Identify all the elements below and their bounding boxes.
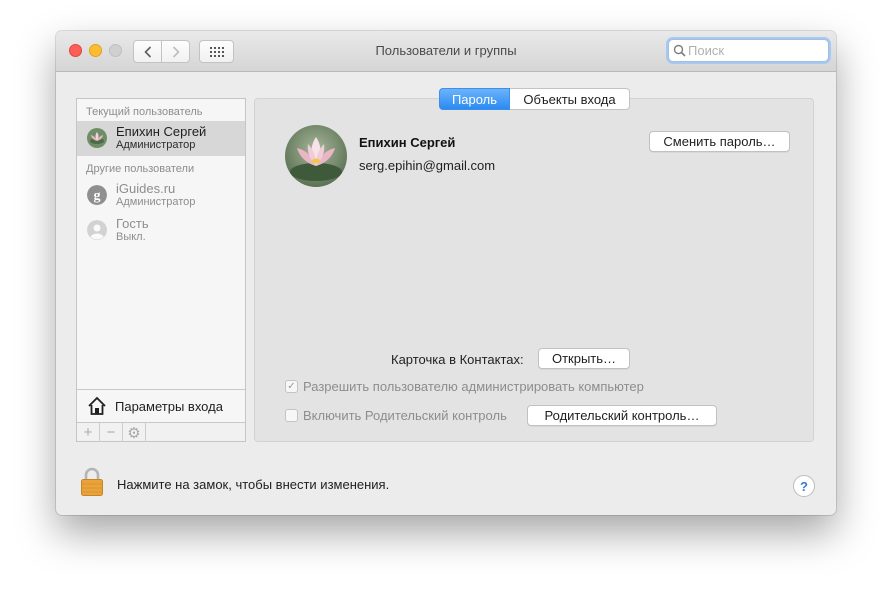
show-all-button[interactable] [199,40,234,63]
add-user-button[interactable]: + [77,423,100,442]
avatar-guest-icon [87,220,107,240]
change-password-button[interactable]: Сменить пароль… [649,131,790,152]
back-button[interactable] [133,40,162,63]
current-user-name: Епихин Сергей [116,124,207,139]
user-full-name: Епихин Сергей [359,135,456,150]
sidebar-item-guest[interactable]: Гость Выкл. [77,213,245,248]
allow-admin-label: Разрешить пользователю администрировать … [303,379,644,394]
search-icon [673,44,686,57]
chevron-right-icon [172,45,180,58]
forward-button[interactable] [161,40,190,63]
sidebar-bottom-bar: + − ⚙ [77,422,245,442]
avatar-lotus-icon [87,128,107,148]
gear-icon[interactable]: ⚙ [123,423,146,442]
search-input[interactable] [688,43,818,58]
parental-controls-button[interactable]: Родительский контроль… [527,405,717,426]
user-role: Администратор [116,196,196,208]
lock-message: Нажмите на замок, чтобы внести изменения… [117,477,390,492]
preferences-window: Пользователи и группы Текущий пользовате… [56,31,836,515]
help-button[interactable]: ? [793,475,815,497]
current-user-section-header: Текущий пользователь [86,106,203,118]
house-icon [88,396,106,415]
login-options-item[interactable]: Параметры входа [77,389,245,422]
user-role: Выкл. [116,231,146,243]
users-sidebar: Текущий пользователь Епихин Сергей Админ… [76,98,246,442]
close-button[interactable] [69,44,82,57]
remove-user-button[interactable]: − [100,423,123,442]
minimize-button[interactable] [89,44,102,57]
sidebar-item-current-user[interactable]: Епихин Сергей Администратор [77,121,245,156]
zoom-button[interactable] [109,44,122,57]
avatar-g-icon: g [87,185,107,205]
tab-password[interactable]: Пароль [439,88,510,110]
sidebar-item-iguides[interactable]: g iGuides.ru Администратор [77,178,245,213]
window-title: Пользователи и группы [375,43,517,58]
open-contact-card-button[interactable]: Открыть… [538,348,630,369]
title-bar: Пользователи и группы [56,31,836,72]
current-user-role: Администратор [116,139,196,151]
contacts-card-label: Карточка в Контактах: [391,352,524,367]
chevron-left-icon [143,45,151,58]
search-field[interactable] [668,39,829,62]
parental-control-checkbox[interactable] [285,409,298,422]
user-picture[interactable] [285,125,347,187]
lock-icon[interactable] [80,467,104,497]
allow-admin-checkbox[interactable]: ✓ [285,380,298,393]
show-all-grid-icon [209,46,224,57]
svg-text:g: g [94,189,101,204]
user-name: Гость [116,216,149,231]
login-options-label: Параметры входа [115,398,223,414]
parental-control-label: Включить Родительский контроль [303,408,507,423]
other-users-section-header: Другие пользователи [86,163,195,175]
user-name: iGuides.ru [116,181,176,196]
tab-bar: Пароль Объекты входа [439,88,630,110]
user-email: serg.epihin@gmail.com [359,158,496,173]
tab-login-items[interactable]: Объекты входа [510,88,630,110]
